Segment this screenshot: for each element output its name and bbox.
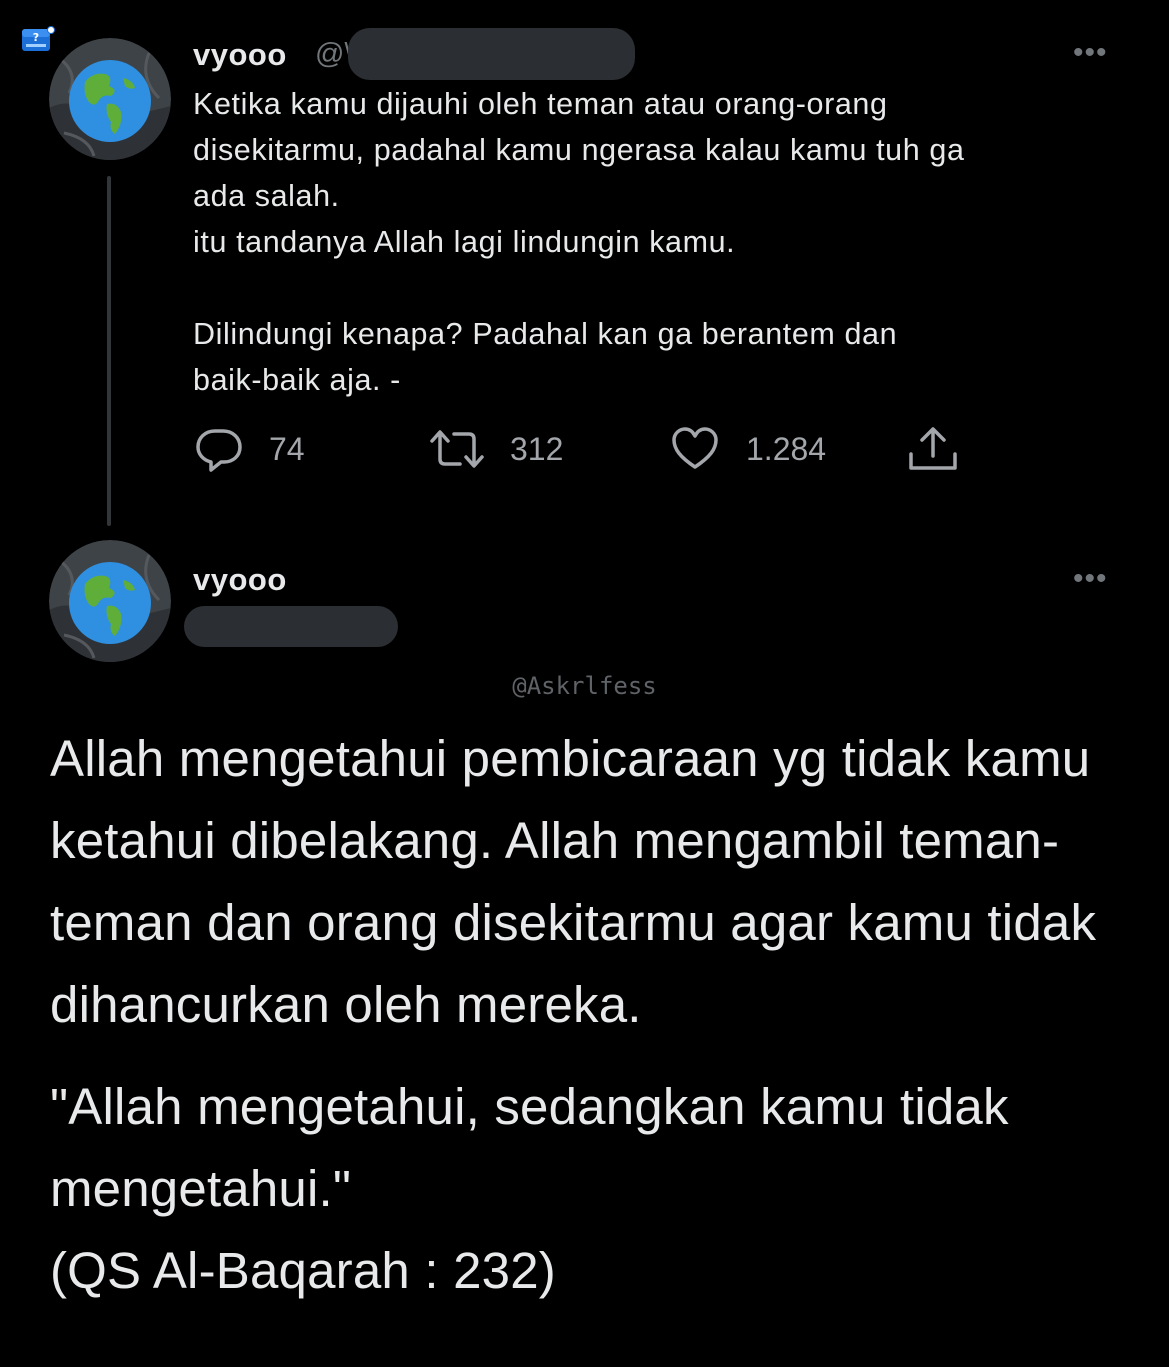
share-upload-icon [909, 427, 957, 470]
question-mark-badge-icon: ? [18, 26, 56, 54]
tweet-text: Ketika kamu dijauhi oleh teman atau oran… [193, 87, 965, 397]
reply-quote: "Allah mengetahui, sedangkan kamu tidak … [50, 1078, 1009, 1217]
share-button[interactable] [906, 424, 960, 474]
retweet-button[interactable]: 312 [428, 424, 563, 474]
more-options-icon[interactable]: ••• [1073, 36, 1108, 70]
reply-text: Allah mengetahui pembicaraan yg tidak ka… [50, 718, 1150, 1312]
redacted-handle [348, 28, 635, 80]
display-name[interactable]: vyooo [193, 37, 287, 73]
avatar[interactable] [49, 540, 171, 662]
retweet-count: 312 [510, 430, 564, 467]
reply-count: 74 [269, 430, 305, 467]
redacted-handle [184, 606, 398, 647]
avatar[interactable] [49, 38, 171, 160]
handle[interactable]: @\ [315, 38, 353, 71]
display-name[interactable]: vyooo [193, 562, 287, 598]
heart-icon [672, 427, 718, 469]
more-options-icon[interactable]: ••• [1073, 562, 1108, 596]
like-count: 1.284 [746, 430, 827, 467]
reply-paragraph: Allah mengetahui pembicaraan yg tidak ka… [50, 730, 1097, 1033]
watermark: @Askrlfess [512, 672, 657, 700]
retweet-arrows-icon [430, 430, 484, 468]
earth-globe-icon [49, 38, 171, 160]
thread-line [107, 176, 111, 526]
reply-citation: (QS Al-Baqarah : 232) [50, 1242, 556, 1299]
svg-text:?: ? [33, 31, 39, 44]
speech-bubble-icon [196, 429, 242, 472]
earth-globe-icon [49, 540, 171, 662]
like-button[interactable]: 1.284 [670, 424, 826, 474]
reply-button[interactable]: 74 [195, 424, 305, 474]
